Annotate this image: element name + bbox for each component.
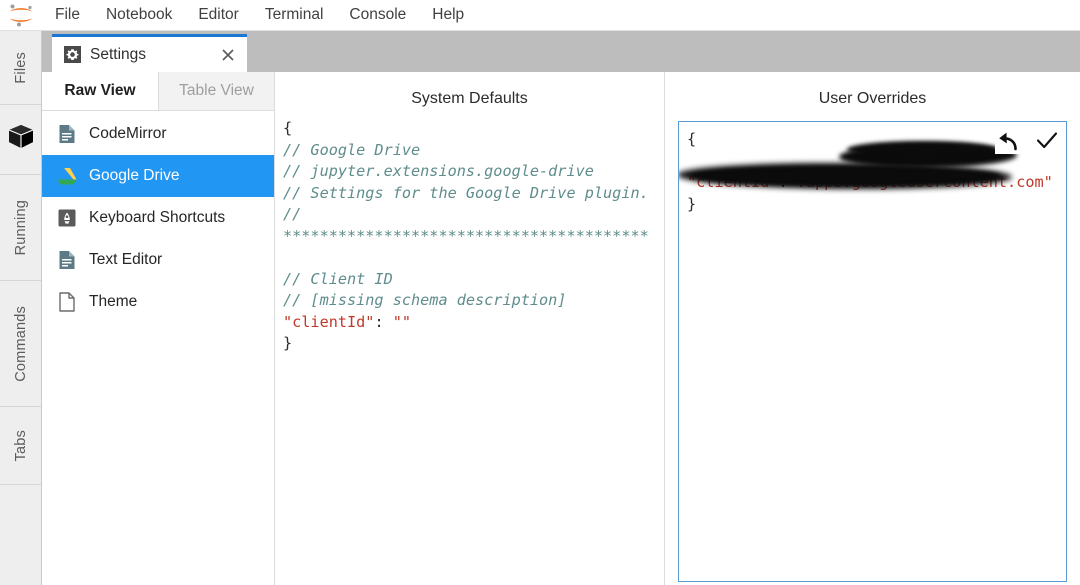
plugin-item-label: Theme: [89, 293, 137, 311]
redaction-mark: [847, 141, 997, 158]
user-overrides-editor[interactable]: { "clientId":".apps.googleusercontent.co…: [678, 121, 1067, 582]
checkmark-icon[interactable]: [1034, 128, 1060, 154]
menu-item-editor[interactable]: Editor: [185, 2, 252, 28]
code-open-brace: {: [687, 130, 696, 148]
code-comment-description: // Settings for the Google Drive plugin.: [283, 184, 649, 202]
menu-item-terminal[interactable]: Terminal: [252, 2, 337, 28]
user-overrides-heading: User Overrides: [665, 72, 1080, 118]
menu-item-list: File Notebook Editor Terminal Console He…: [42, 2, 477, 28]
code-comment-title: // Google Drive: [283, 141, 420, 159]
menu-item-help[interactable]: Help: [419, 2, 477, 28]
redaction-mark: [839, 143, 1017, 169]
code-comment-missing-schema: // [missing schema description]: [283, 291, 566, 309]
left-sidebar-rail: Files Running Commands Tabs: [0, 31, 42, 585]
plugin-item-label: Google Drive: [89, 167, 179, 185]
sidebar-item-tabs[interactable]: Tabs: [0, 407, 41, 485]
tab-table-view[interactable]: Table View: [158, 72, 274, 110]
user-overrides-panel: User Overrides { "cl: [665, 72, 1080, 585]
code-key-client-id: "clientId": [687, 173, 778, 191]
system-defaults-heading: System Defaults: [275, 72, 664, 118]
tab-settings[interactable]: Settings: [52, 34, 247, 72]
undo-arrow-icon[interactable]: [995, 128, 1021, 154]
system-defaults-panel: System Defaults { // Google Drive // jup…: [275, 72, 665, 585]
plugin-item-label: Text Editor: [89, 251, 162, 269]
plugin-list: CodeMirror Google Drive: [42, 111, 274, 323]
sidebar-item-files[interactable]: Files: [0, 31, 41, 105]
code-close-brace: }: [283, 334, 292, 352]
menu-item-notebook[interactable]: Notebook: [93, 2, 185, 28]
keyboard-shortcuts-icon: [56, 207, 78, 229]
plugin-item-text-editor[interactable]: Text Editor: [42, 239, 274, 281]
menu-bar: File Notebook Editor Terminal Console He…: [0, 0, 1080, 31]
code-value-domain-suffix: .apps.googleusercontent.com": [797, 173, 1053, 191]
code-comment-plugin-id: // jupyter.extensions.google-drive: [283, 162, 594, 180]
sidebar-empty-area: [0, 485, 41, 583]
document-tab-bar: Settings: [42, 31, 1080, 72]
code-colon: :: [778, 173, 787, 191]
code-value-quote-open: ": [788, 173, 797, 191]
sidebar-item-label: Commands: [13, 306, 29, 382]
plugin-item-google-drive[interactable]: Google Drive: [42, 155, 274, 197]
sidebar-item-commands[interactable]: Commands: [0, 281, 41, 407]
sidebar-item-label: Running: [13, 200, 29, 255]
code-comment-slashes: //: [283, 205, 301, 223]
code-comment-client-id: // Client ID: [283, 270, 393, 288]
sidebar-item-label: Tabs: [13, 430, 29, 461]
view-tab-bar: Raw View Table View: [42, 72, 274, 111]
code-colon: :: [374, 313, 392, 331]
code-separator-line: ****************************************: [283, 227, 649, 245]
editor-action-buttons: [995, 128, 1060, 154]
sidebar-item-label: Files: [13, 52, 29, 84]
system-defaults-code: { // Google Drive // jupyter.extensions.…: [275, 118, 664, 355]
tab-label: Settings: [90, 46, 219, 64]
plugin-item-label: CodeMirror: [89, 125, 167, 143]
settings-gear-icon: [64, 46, 81, 63]
close-icon[interactable]: [219, 46, 237, 64]
sidebar-item-extensions[interactable]: [0, 105, 41, 175]
plugin-item-keyboard-shortcuts[interactable]: Keyboard Shortcuts: [42, 197, 274, 239]
jupyter-logo-icon: [0, 0, 42, 31]
code-open-brace: {: [283, 119, 292, 137]
text-document-icon: [56, 249, 78, 271]
code-key-client-id: "clientId": [283, 313, 374, 331]
blank-page-icon: [56, 291, 78, 313]
plugin-list-panel: Raw View Table View CodeMirror: [42, 72, 275, 585]
google-drive-icon: [56, 165, 78, 187]
menu-item-file[interactable]: File: [42, 2, 93, 28]
plugin-item-label: Keyboard Shortcuts: [89, 209, 225, 227]
menu-item-console[interactable]: Console: [336, 2, 419, 28]
plugin-item-theme[interactable]: Theme: [42, 281, 274, 323]
plugin-item-codemirror[interactable]: CodeMirror: [42, 113, 274, 155]
code-value-client-id: "": [393, 313, 411, 331]
code-close-brace: }: [687, 195, 696, 213]
jupyterlab-window: File Notebook Editor Terminal Console He…: [0, 0, 1080, 585]
settings-editor: Raw View Table View CodeMirror: [42, 72, 1080, 585]
extension-cube-icon: [6, 122, 36, 157]
sidebar-item-running[interactable]: Running: [0, 175, 41, 281]
tab-raw-view[interactable]: Raw View: [42, 72, 158, 110]
text-document-icon: [56, 123, 78, 145]
